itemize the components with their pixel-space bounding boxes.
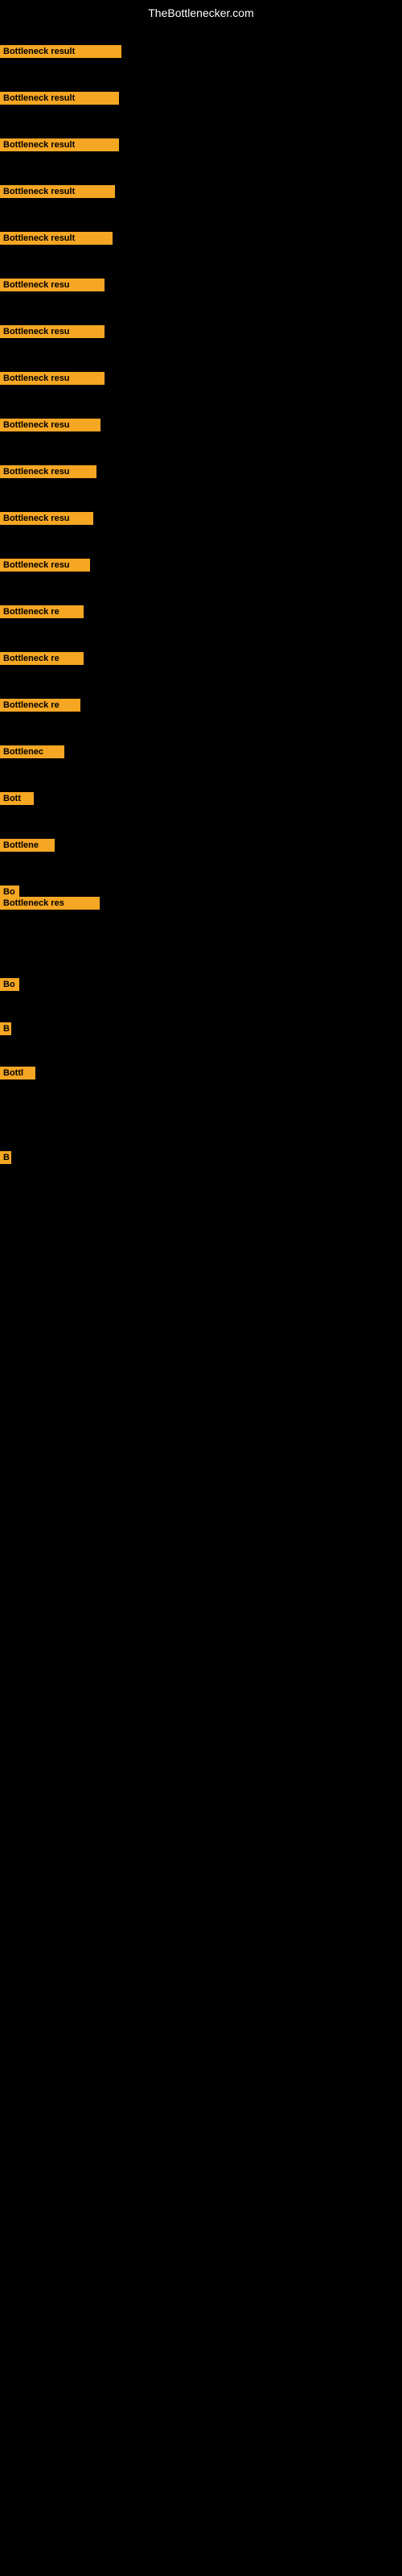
- bottleneck-label-9: Bottleneck resu: [0, 419, 100, 431]
- bottleneck-label-13: Bottleneck re: [0, 605, 84, 618]
- bottleneck-label-22: B: [0, 1022, 11, 1035]
- bottleneck-label-24: B: [0, 1151, 11, 1164]
- bottleneck-label-12: Bottleneck resu: [0, 559, 90, 572]
- bottleneck-label-20: Bottleneck res: [0, 897, 100, 910]
- bottleneck-label-3: Bottleneck result: [0, 138, 119, 151]
- bottleneck-label-5: Bottleneck result: [0, 232, 113, 245]
- bottleneck-label-17: Bott: [0, 792, 34, 805]
- bottleneck-label-7: Bottleneck resu: [0, 325, 105, 338]
- bottleneck-label-4: Bottleneck result: [0, 185, 115, 198]
- bottleneck-label-15: Bottleneck re: [0, 699, 80, 712]
- bottleneck-label-1: Bottleneck result: [0, 45, 121, 58]
- bottleneck-label-21: Bo: [0, 978, 19, 991]
- bottleneck-label-18: Bottlene: [0, 839, 55, 852]
- site-title: TheBottlenecker.com: [148, 6, 254, 19]
- bottleneck-label-6: Bottleneck resu: [0, 279, 105, 291]
- bottleneck-label-16: Bottlenec: [0, 745, 64, 758]
- bottleneck-label-23: Bottl: [0, 1067, 35, 1080]
- bottleneck-label-10: Bottleneck resu: [0, 465, 96, 478]
- bottleneck-label-14: Bottleneck re: [0, 652, 84, 665]
- bottleneck-label-11: Bottleneck resu: [0, 512, 93, 525]
- bottleneck-label-2: Bottleneck result: [0, 92, 119, 105]
- bottleneck-label-8: Bottleneck resu: [0, 372, 105, 385]
